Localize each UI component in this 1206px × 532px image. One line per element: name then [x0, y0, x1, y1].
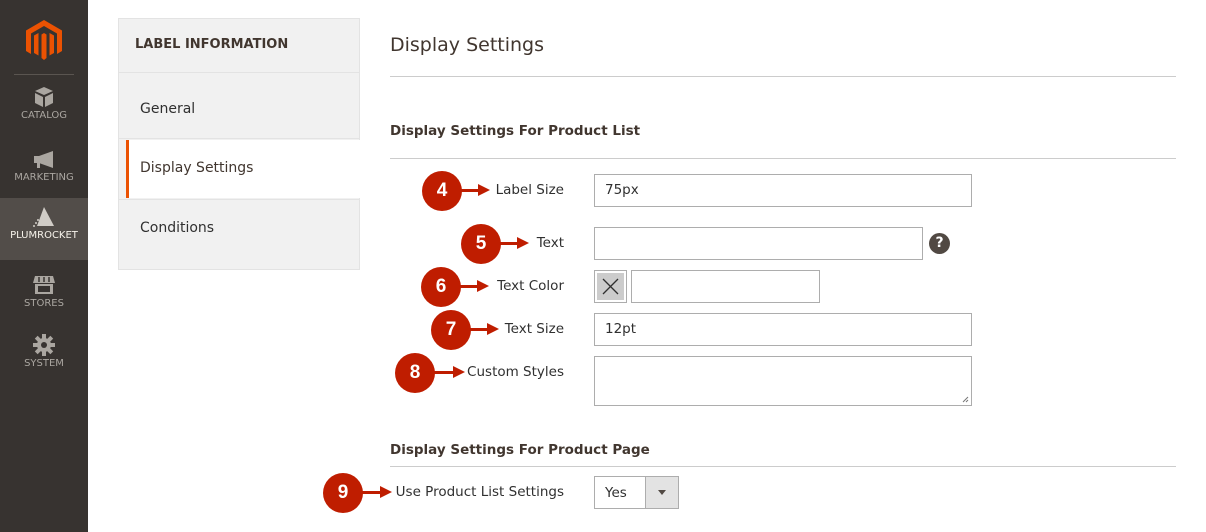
annotation-arrow [469, 328, 489, 331]
section-divider [390, 466, 1176, 467]
label-size-input[interactable]: 75px [594, 174, 972, 207]
annotation-arrow [459, 285, 479, 288]
page-title: Display Settings [390, 34, 545, 56]
nav-item-label: PLUMROCKET [10, 230, 78, 241]
nav-item-label: CATALOG [20, 110, 68, 121]
field-label-label-size: Label Size [495, 182, 564, 198]
gear-icon [33, 334, 55, 356]
annotation-badge: 6 [421, 267, 461, 307]
megaphone-icon [34, 151, 53, 168]
resize-handle-icon[interactable] [961, 395, 969, 403]
store-icon [33, 276, 55, 294]
text-size-input[interactable]: 12pt [594, 313, 972, 346]
section-title-product-page: Display Settings For Product Page [390, 442, 650, 458]
arrow-head-icon [380, 486, 392, 498]
nav-item-catalog[interactable]: CATALOG [0, 86, 88, 148]
title-divider [390, 76, 1176, 77]
nav-item-system[interactable]: SYSTEM [0, 334, 88, 396]
text-input[interactable] [594, 227, 923, 260]
section-divider [390, 158, 1176, 159]
tab-display-settings[interactable]: Display Settings [126, 140, 360, 198]
text-color-input[interactable] [631, 270, 820, 303]
nav-item-plumrocket[interactable]: PLUMROCKET [0, 198, 88, 260]
select-value: Yes [605, 485, 627, 501]
arrow-head-icon [517, 237, 529, 249]
annotation-arrow [361, 491, 381, 494]
tabs-title: LABEL INFORMATION [119, 19, 359, 73]
annotation-arrow [460, 189, 480, 192]
tab-conditions[interactable]: Conditions [119, 199, 360, 257]
custom-styles-textarea[interactable] [594, 356, 972, 406]
color-swatch-button[interactable] [594, 270, 627, 303]
field-label-text-color: Text Color [497, 278, 564, 294]
nav-divider [14, 74, 74, 75]
plumrocket-icon [33, 207, 54, 227]
section-title-product-list: Display Settings For Product List [390, 123, 641, 139]
arrow-head-icon [487, 323, 499, 335]
annotation-arrow [433, 371, 455, 374]
box-icon [35, 87, 53, 107]
use-product-list-settings-select[interactable]: Yes [594, 476, 679, 509]
annotation-badge: 4 [422, 171, 462, 211]
arrow-head-icon [478, 184, 490, 196]
field-label-use-product-list-settings: Use Product List Settings [395, 484, 564, 500]
tab-general[interactable]: General [119, 81, 360, 139]
admin-nav: CATALOG MARKETING PLUMROCKET STORES SYST… [0, 0, 88, 532]
arrow-head-icon [477, 280, 489, 292]
select-toggle[interactable] [645, 477, 678, 508]
chevron-down-icon [658, 490, 666, 495]
field-label-custom-styles: Custom Styles [467, 364, 564, 380]
annotation-badge: 7 [431, 310, 471, 350]
annotation-badge: 8 [395, 353, 435, 393]
annotation-arrow [499, 242, 519, 245]
nav-item-label: SYSTEM [24, 358, 64, 369]
arrow-head-icon [453, 366, 465, 378]
field-label-text: Text [536, 235, 564, 251]
nav-item-label: MARKETING [14, 172, 74, 183]
field-label-text-size: Text Size [504, 321, 564, 337]
label-information-tabs: LABEL INFORMATION General Display Settin… [118, 18, 360, 270]
magento-logo[interactable] [24, 18, 64, 62]
nav-item-stores[interactable]: STORES [0, 274, 88, 336]
annotation-badge: 9 [323, 473, 363, 513]
help-icon[interactable]: ? [929, 233, 950, 254]
annotation-badge: 5 [461, 224, 501, 264]
nav-item-label: STORES [24, 298, 64, 309]
no-color-icon [597, 273, 624, 300]
